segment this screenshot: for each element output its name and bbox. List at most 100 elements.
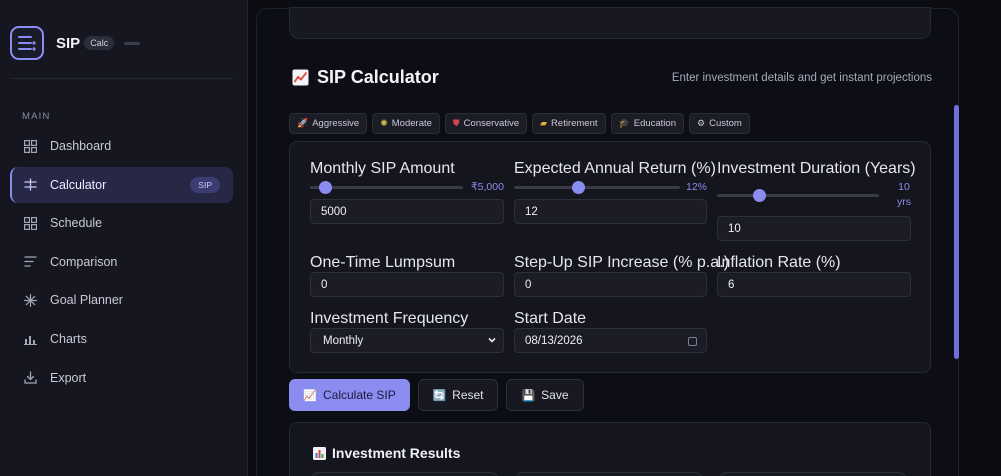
page-subtitle: Enter investment details and get instant… — [671, 71, 932, 84]
grid-icon — [23, 139, 37, 153]
frequency-select[interactable]: Monthly — [310, 328, 504, 353]
sidebar-item-charts[interactable]: Charts — [10, 321, 233, 357]
save-button[interactable]: 💾 Save — [506, 379, 584, 411]
monthly-sip-slider-row: ₹5,000 — [310, 180, 504, 194]
annual-return-label: Expected Annual Return (%) — [514, 160, 716, 177]
preset-retirement[interactable]: ▰ Retirement — [532, 113, 606, 134]
sidebar-item-label: Schedule — [50, 216, 103, 231]
duration-display: 10 yrs — [897, 180, 911, 210]
grid-icon — [23, 216, 37, 230]
monthly-sip-thumb[interactable] — [318, 180, 332, 194]
duration-slider-row: 10 yrs — [717, 180, 911, 208]
preset-label: Moderate — [391, 118, 432, 129]
sparkle-icon — [23, 293, 37, 307]
brand-dash — [124, 41, 141, 45]
duration-display-number: 10 — [898, 181, 910, 193]
brand-name: SIP — [56, 34, 81, 52]
preset-bar: 🚀 Aggressive ✺ Moderate ⛊ Conservative ▰ Ret… — [289, 113, 750, 134]
sidebar-item-label: Calculator — [50, 177, 107, 192]
menu-logo-icon — [10, 26, 44, 60]
bar-chart-icon — [23, 332, 37, 346]
beach-icon: ▰ — [540, 118, 548, 128]
monthly-sip-slider[interactable] — [310, 180, 463, 194]
annual-return-input[interactable]: 12 — [514, 199, 707, 224]
chart-up-icon — [292, 69, 309, 86]
preset-label: Aggressive — [312, 118, 360, 129]
reset-button-label: Reset — [452, 388, 484, 402]
save-button-label: Save — [541, 388, 569, 402]
sidebar-item-dashboard[interactable]: Dashboard — [10, 128, 233, 164]
page-header: SIP Calculator Enter investment details … — [292, 67, 932, 88]
inflation-input[interactable]: 6 — [717, 272, 911, 297]
duration-label: Investment Duration (Years) — [717, 160, 916, 177]
preset-education[interactable]: 🎓 Education — [610, 113, 684, 134]
annual-return-slider[interactable] — [514, 180, 680, 194]
duration-input[interactable]: 10 — [717, 216, 911, 241]
result-tile — [720, 472, 906, 476]
inflation-label: Inflation Rate (%) — [717, 254, 841, 271]
scrollbar-thumb[interactable] — [954, 105, 959, 359]
duration-thumb[interactable] — [752, 189, 766, 202]
start-date-input[interactable]: 08/13/2026 — [514, 328, 707, 353]
preset-conservative[interactable]: ⛊ Conservative — [444, 113, 528, 134]
preset-label: Retirement — [551, 118, 598, 129]
shield-icon: ⛊ — [452, 118, 460, 128]
main-content: SIP Calculator Enter investment details … — [248, 0, 1001, 476]
start-date-label: Start Date — [514, 310, 587, 327]
calculator-form: Monthly SIP Amount ₹5,000 5000 Expected … — [289, 141, 931, 373]
sliders-icon — [23, 178, 37, 192]
chevron-down-icon — [488, 337, 496, 343]
sidebar-divider — [10, 78, 233, 79]
result-tile — [312, 472, 498, 476]
sidebar-item-comparison[interactable]: Comparison — [10, 244, 233, 280]
brand[interactable]: SIP Calc — [10, 26, 141, 60]
floppy-icon: 💾 — [521, 389, 536, 402]
monthly-sip-input[interactable]: 5000 — [310, 199, 504, 224]
annual-return-thumb[interactable] — [572, 180, 586, 194]
refresh-icon: 🔄 — [432, 389, 447, 402]
sidebar-section-label: MAIN — [22, 111, 51, 122]
sidebar-item-label: Goal Planner — [50, 293, 123, 308]
sidebar-item-schedule[interactable]: Schedule — [10, 205, 233, 241]
preset-custom[interactable]: ⚙ Custom — [689, 113, 750, 134]
sidebar: SIP Calc MAIN Dashboard Calculator SIP S… — [0, 0, 248, 476]
sidebar-item-calculator[interactable]: Calculator SIP — [10, 166, 233, 203]
lines-icon — [23, 255, 37, 269]
results-title-text: Investment Results — [332, 445, 461, 461]
sidebar-item-goal-planner[interactable]: Goal Planner — [10, 282, 233, 318]
reset-button[interactable]: 🔄 Reset — [418, 379, 498, 411]
calendar-icon[interactable] — [688, 337, 697, 346]
chart-up-icon: 📈 — [303, 389, 317, 402]
step-up-label: Step-Up SIP Increase (% p.a.) — [514, 254, 729, 271]
sidebar-item-label: Dashboard — [50, 139, 112, 153]
monthly-sip-display: ₹5,000 — [471, 181, 504, 193]
cap-icon: 🎓 — [618, 118, 630, 128]
annual-return-display: 12% — [686, 181, 708, 193]
results-card: Investment Results — [289, 422, 931, 476]
step-up-input[interactable]: 0 — [514, 272, 707, 297]
lumpsum-label: One-Time Lumpsum — [310, 254, 456, 271]
lumpsum-input[interactable]: 0 — [310, 272, 504, 297]
sidebar-item-export[interactable]: Export — [10, 360, 233, 396]
sidebar-nav: Dashboard Calculator SIP Schedule Compar… — [10, 128, 233, 398]
results-title: Investment Results — [313, 445, 460, 461]
calculate-button-label: Calculate SIP — [323, 388, 396, 402]
sidebar-item-label: Comparison — [50, 254, 118, 269]
sidebar-item-label: Export — [50, 370, 87, 385]
duration-slider[interactable] — [717, 189, 879, 202]
preset-aggressive[interactable]: 🚀 Aggressive — [289, 113, 368, 134]
rocket-icon: 🚀 — [297, 118, 309, 128]
sidebar-item-label: Charts — [50, 331, 87, 346]
page-title: SIP Calculator — [292, 67, 439, 88]
nav-badge: SIP — [190, 176, 220, 193]
calculate-button[interactable]: 📈 Calculate SIP — [289, 379, 410, 411]
preset-moderate[interactable]: ✺ Moderate — [372, 113, 440, 134]
preset-label: Conservative — [463, 118, 520, 129]
gear-icon: ⚙ — [697, 118, 706, 128]
previous-card — [289, 7, 931, 39]
monthly-sip-label: Monthly SIP Amount — [310, 160, 455, 177]
result-tile — [516, 472, 702, 476]
annual-return-slider-row: 12% — [514, 180, 708, 194]
sun-icon: ✺ — [380, 118, 388, 128]
frequency-label: Investment Frequency — [310, 310, 469, 327]
